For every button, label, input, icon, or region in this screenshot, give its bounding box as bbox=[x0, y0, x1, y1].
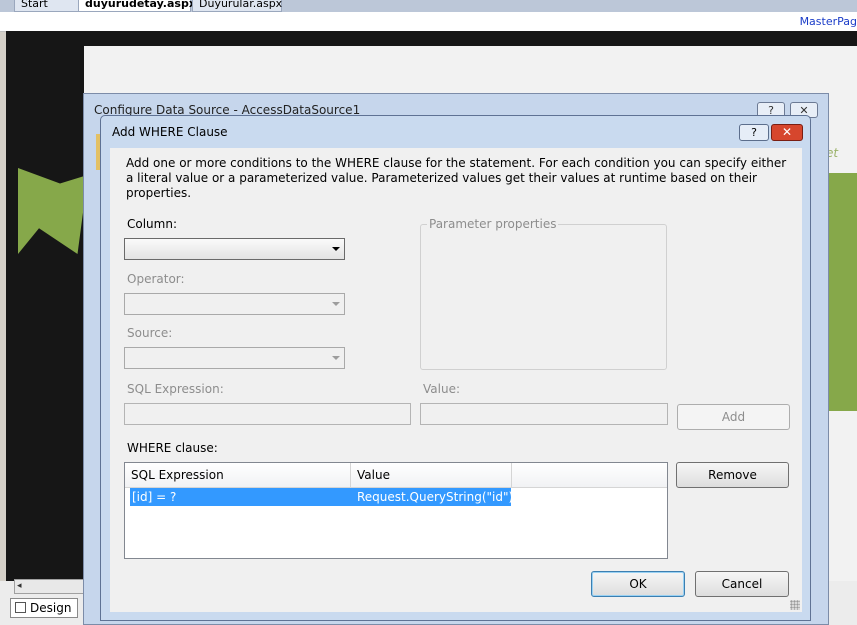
sql-expression-label: SQL Expression: bbox=[127, 382, 224, 396]
green-banner bbox=[828, 173, 857, 411]
sql-expression-field[interactable] bbox=[124, 403, 411, 425]
help-button[interactable]: ? bbox=[739, 124, 769, 141]
masterpage-link[interactable]: MasterPag bbox=[800, 15, 857, 28]
chevron-down-icon bbox=[332, 247, 340, 251]
list-header: SQL Expression Value bbox=[125, 463, 667, 488]
design-view-icon bbox=[15, 602, 26, 613]
column-dropdown[interactable] bbox=[124, 238, 345, 260]
design-view-label: Design bbox=[30, 601, 72, 615]
designer-header: MasterPag bbox=[0, 12, 857, 32]
dialog-title: Add WHERE Clause bbox=[112, 125, 228, 139]
column-label: Column: bbox=[127, 217, 177, 231]
horizontal-scrollbar[interactable]: ◂ bbox=[14, 579, 84, 594]
row-expression: [id] = ? bbox=[132, 490, 177, 504]
parameter-properties-label: Parameter properties bbox=[427, 217, 559, 231]
tab-duyurudetay[interactable]: duyurudetay.aspx bbox=[78, 0, 196, 12]
chevron-down-icon bbox=[332, 356, 340, 360]
add-where-clause-dialog: Add WHERE Clause ? ✕ Add one or more con… bbox=[100, 115, 811, 621]
where-clause-list[interactable]: SQL Expression Value [id] = ? Request.Qu… bbox=[124, 462, 668, 559]
where-clause-label: WHERE clause: bbox=[127, 441, 218, 455]
operator-dropdown[interactable] bbox=[124, 293, 345, 315]
operator-label: Operator: bbox=[127, 272, 185, 286]
add-button[interactable]: Add bbox=[677, 404, 790, 430]
ok-button[interactable]: OK bbox=[591, 571, 685, 597]
scroll-left-icon[interactable]: ◂ bbox=[17, 581, 22, 591]
source-label: Source: bbox=[127, 326, 173, 340]
close-icon: ✕ bbox=[781, 125, 793, 139]
document-tab-strip: Start Page duyurudetay.aspx Duyurular.as… bbox=[0, 0, 857, 26]
chevron-down-icon bbox=[332, 302, 340, 306]
table-row[interactable]: [id] = ? Request.QueryString("id") bbox=[130, 488, 514, 506]
value-field[interactable] bbox=[420, 403, 668, 425]
remove-button[interactable]: Remove bbox=[676, 462, 789, 488]
column-header-sql-expression[interactable]: SQL Expression bbox=[125, 463, 351, 487]
row-value: Request.QueryString("id") bbox=[357, 490, 514, 504]
design-view-tab[interactable]: Design bbox=[10, 598, 78, 618]
parameter-properties-group: Parameter properties bbox=[420, 217, 667, 370]
dialog-client-area: Add one or more conditions to the WHERE … bbox=[110, 148, 802, 612]
column-header-value[interactable]: Value bbox=[351, 463, 512, 487]
close-button[interactable]: ✕ bbox=[771, 124, 803, 141]
source-dropdown[interactable] bbox=[124, 347, 345, 369]
dialog-description: Add one or more conditions to the WHERE … bbox=[126, 156, 787, 200]
cancel-button[interactable]: Cancel bbox=[695, 571, 789, 597]
value-label: Value: bbox=[423, 382, 460, 396]
resize-grip-icon[interactable] bbox=[790, 600, 800, 610]
help-icon: ? bbox=[751, 126, 757, 139]
tab-duyurular[interactable]: Duyurular.aspx bbox=[192, 0, 282, 12]
tab-start-page[interactable]: Start Page bbox=[14, 0, 80, 26]
